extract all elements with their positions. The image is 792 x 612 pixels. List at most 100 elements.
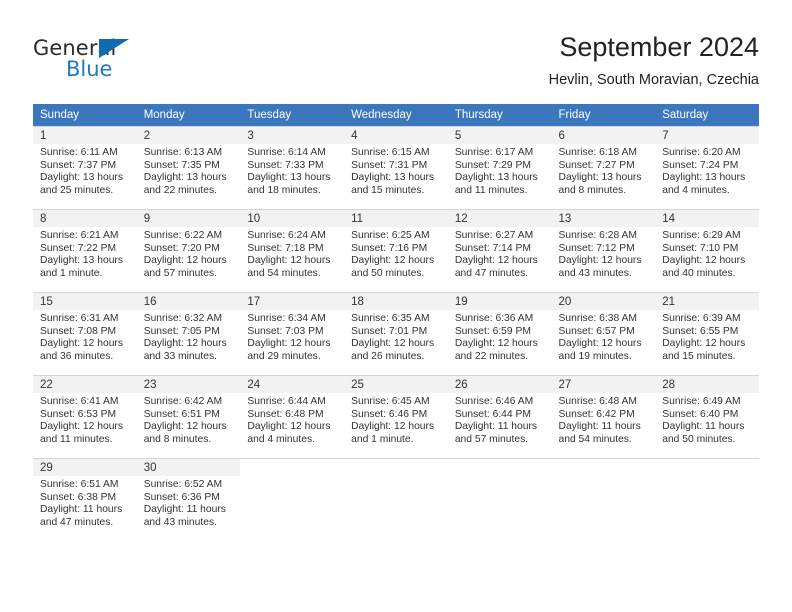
- calendar-day-cell[interactable]: 7 Sunrise: 6:20 AM Sunset: 7:24 PM Daylight…: [655, 126, 759, 209]
- daylight-text-line1: Daylight: 12 hours: [143, 421, 227, 433]
- calendar-day-cell[interactable]: 5 Sunrise: 6:17 AM Sunset: 7:29 PM Daylight…: [447, 126, 552, 209]
- calendar-day-cell[interactable]: 21 Sunrise: 6:39 AM Sunset: 6:55 PM Dayligh…: [655, 292, 759, 375]
- day-number: 25: [344, 376, 448, 393]
- day-number: 6: [551, 127, 656, 144]
- sunrise-text: Sunrise: 6:38 AM: [558, 313, 637, 324]
- day-cell-inner: 15 Sunrise: 6:31 AM Sunset: 7:08 PM Dayligh…: [33, 292, 137, 375]
- calendar-week-row: 22 Sunrise: 6:41 AM Sunset: 6:53 PM Dayligh…: [33, 375, 759, 458]
- calendar-day-cell[interactable]: 4 Sunrise: 6:15 AM Sunset: 7:31 PM Daylight…: [344, 126, 448, 209]
- day-details: Sunrise: 6:46 AM Sunset: 6:44 PM Daylight:…: [448, 393, 552, 446]
- sunset-text: Sunset: 7:24 PM: [662, 159, 739, 171]
- day-number: 23: [136, 376, 241, 393]
- calendar-day-cell[interactable]: 24 Sunrise: 6:44 AM Sunset: 6:48 PM Dayligh…: [240, 375, 345, 458]
- day-number: 7: [655, 127, 759, 144]
- calendar-day-cell[interactable]: [655, 458, 759, 541]
- day-cell-inner: 6 Sunrise: 6:18 AM Sunset: 7:27 PM Daylight…: [551, 126, 656, 209]
- calendar-day-cell[interactable]: 15 Sunrise: 6:31 AM Sunset: 7:08 PM Dayligh…: [33, 292, 137, 375]
- logo-text-blue: Blue: [66, 57, 113, 81]
- calendar-day-cell[interactable]: 3 Sunrise: 6:14 AM Sunset: 7:33 PM Daylight…: [240, 126, 345, 209]
- calendar-day-cell[interactable]: 6 Sunrise: 6:18 AM Sunset: 7:27 PM Daylight…: [551, 126, 656, 209]
- day-number: 15: [33, 293, 137, 310]
- sunrise-text: Sunrise: 6:36 AM: [454, 313, 534, 324]
- calendar-day-cell[interactable]: [344, 458, 448, 541]
- calendar-day-cell[interactable]: 9 Sunrise: 6:22 AM Sunset: 7:20 PM Daylight…: [136, 209, 241, 292]
- calendar-day-cell[interactable]: 14 Sunrise: 6:29 AM Sunset: 7:10 PM Dayligh…: [655, 209, 759, 292]
- calendar-day-cell[interactable]: [551, 458, 656, 541]
- calendar-day-cell[interactable]: 12 Sunrise: 6:27 AM Sunset: 7:14 PM Dayligh…: [447, 209, 552, 292]
- daylight-text-line1: Daylight: 13 hours: [40, 255, 123, 267]
- sunrise-text: Sunrise: 6:42 AM: [143, 396, 223, 407]
- day-cell-inner: 18 Sunrise: 6:35 AM Sunset: 7:01 PM Dayligh…: [344, 292, 448, 375]
- calendar-day-cell[interactable]: 11 Sunrise: 6:25 AM Sunset: 7:16 PM Dayligh…: [344, 209, 448, 292]
- daylight-text-line2: and 8 minutes.: [558, 184, 627, 196]
- calendar-day-cell[interactable]: 28 Sunrise: 6:49 AM Sunset: 6:40 PM Dayligh…: [655, 375, 759, 458]
- daylight-text-line2: and 50 minutes.: [662, 433, 736, 445]
- day-cell-inner: 3 Sunrise: 6:14 AM Sunset: 7:33 PM Daylight…: [240, 126, 345, 209]
- day-cell-inner: 28 Sunrise: 6:49 AM Sunset: 6:40 PM Dayligh…: [655, 375, 759, 458]
- calendar-day-cell[interactable]: 19 Sunrise: 6:36 AM Sunset: 6:59 PM Dayligh…: [447, 292, 552, 375]
- calendar-day-cell[interactable]: 10 Sunrise: 6:24 AM Sunset: 7:18 PM Dayligh…: [240, 209, 345, 292]
- calendar-day-cell[interactable]: 18 Sunrise: 6:35 AM Sunset: 7:01 PM Dayligh…: [344, 292, 448, 375]
- calendar-day-cell[interactable]: 17 Sunrise: 6:34 AM Sunset: 7:03 PM Dayligh…: [240, 292, 345, 375]
- calendar-day-cell[interactable]: 26 Sunrise: 6:46 AM Sunset: 6:44 PM Dayligh…: [447, 375, 552, 458]
- day-cell-inner: 14 Sunrise: 6:29 AM Sunset: 7:10 PM Dayligh…: [655, 209, 759, 292]
- daylight-text-line1: Daylight: 12 hours: [40, 421, 123, 433]
- day-details: Sunrise: 6:35 AM Sunset: 7:01 PM Daylight:…: [344, 310, 448, 363]
- calendar-day-cell[interactable]: 8 Sunrise: 6:21 AM Sunset: 7:22 PM Daylight…: [33, 209, 137, 292]
- day-number: [655, 459, 759, 476]
- calendar-day-cell[interactable]: 20 Sunrise: 6:38 AM Sunset: 6:57 PM Dayligh…: [551, 292, 656, 375]
- calendar-day-cell[interactable]: 1 Sunrise: 6:11 AM Sunset: 7:37 PM Daylight…: [33, 126, 137, 209]
- day-cell-inner: 17 Sunrise: 6:34 AM Sunset: 7:03 PM Dayligh…: [240, 292, 345, 375]
- calendar-week-row: 8 Sunrise: 6:21 AM Sunset: 7:22 PM Daylight…: [33, 209, 759, 292]
- calendar-day-cell[interactable]: 22 Sunrise: 6:41 AM Sunset: 6:53 PM Dayligh…: [33, 375, 137, 458]
- daylight-text-line1: Daylight: 12 hours: [40, 338, 123, 350]
- daylight-text-line1: Daylight: 13 hours: [143, 172, 227, 184]
- day-number: 18: [344, 293, 448, 310]
- calendar-day-cell[interactable]: 29 Sunrise: 6:51 AM Sunset: 6:38 PM Dayligh…: [33, 458, 137, 541]
- daylight-text-line1: Daylight: 12 hours: [351, 421, 435, 433]
- daylight-text-line1: Daylight: 13 hours: [558, 172, 642, 184]
- daylight-text-line2: and 1 minute.: [40, 267, 103, 279]
- general-blue-logo[interactable]: General Blue: [33, 36, 213, 84]
- daylight-text-line1: Daylight: 12 hours: [454, 338, 538, 350]
- sunrise-text: Sunrise: 6:31 AM: [40, 313, 119, 324]
- calendar-day-cell[interactable]: 23 Sunrise: 6:42 AM Sunset: 6:51 PM Dayligh…: [136, 375, 241, 458]
- calendar-day-cell[interactable]: [240, 458, 345, 541]
- daylight-text-line2: and 54 minutes.: [558, 433, 632, 445]
- day-cell-inner: 26 Sunrise: 6:46 AM Sunset: 6:44 PM Dayligh…: [447, 375, 552, 458]
- calendar-day-cell[interactable]: 30 Sunrise: 6:52 AM Sunset: 6:36 PM Dayligh…: [136, 458, 241, 541]
- weekday-header-friday: Friday: [551, 104, 656, 126]
- day-details: Sunrise: 6:34 AM Sunset: 7:03 PM Daylight:…: [240, 310, 344, 363]
- calendar-day-cell[interactable]: 2 Sunrise: 6:13 AM Sunset: 7:35 PM Daylight…: [136, 126, 241, 209]
- calendar-day-cell[interactable]: 27 Sunrise: 6:48 AM Sunset: 6:42 PM Dayligh…: [551, 375, 656, 458]
- day-cell-inner: 16 Sunrise: 6:32 AM Sunset: 7:05 PM Dayligh…: [136, 292, 241, 375]
- daylight-text-line2: and 15 minutes.: [662, 350, 736, 362]
- daylight-text-line1: Daylight: 12 hours: [662, 255, 746, 267]
- sunset-text: Sunset: 6:48 PM: [247, 408, 324, 420]
- day-cell-inner: [551, 458, 656, 541]
- daylight-text-line1: Daylight: 12 hours: [143, 338, 227, 350]
- calendar-day-cell[interactable]: 25 Sunrise: 6:45 AM Sunset: 6:46 PM Dayligh…: [344, 375, 448, 458]
- day-details: Sunrise: 6:22 AM Sunset: 7:20 PM Daylight:…: [137, 227, 241, 280]
- day-cell-inner: 29 Sunrise: 6:51 AM Sunset: 6:38 PM Dayligh…: [33, 458, 137, 541]
- sunrise-text: Sunrise: 6:39 AM: [662, 313, 741, 324]
- sunset-text: Sunset: 7:05 PM: [143, 325, 220, 337]
- daylight-text-line2: and 11 minutes.: [40, 433, 113, 445]
- daylight-text-line1: Daylight: 12 hours: [143, 255, 227, 267]
- day-details: Sunrise: 6:41 AM Sunset: 6:53 PM Daylight:…: [33, 393, 137, 446]
- day-details: Sunrise: 6:45 AM Sunset: 6:46 PM Daylight:…: [344, 393, 448, 446]
- daylight-text-line2: and 50 minutes.: [351, 267, 425, 279]
- day-number: 30: [136, 459, 241, 476]
- calendar-day-cell[interactable]: 13 Sunrise: 6:28 AM Sunset: 7:12 PM Dayligh…: [551, 209, 656, 292]
- page-header: General Blue September 2024 Hevlin, Sout…: [0, 0, 792, 100]
- calendar-day-cell[interactable]: [447, 458, 552, 541]
- day-details: Sunrise: 6:28 AM Sunset: 7:12 PM Daylight:…: [552, 227, 656, 280]
- calendar-day-cell[interactable]: 16 Sunrise: 6:32 AM Sunset: 7:05 PM Dayligh…: [136, 292, 241, 375]
- daylight-text-line1: Daylight: 12 hours: [247, 255, 331, 267]
- day-details: Sunrise: 6:15 AM Sunset: 7:31 PM Daylight:…: [344, 144, 448, 197]
- sunset-text: Sunset: 7:27 PM: [558, 159, 635, 171]
- day-details: Sunrise: 6:52 AM Sunset: 6:36 PM Daylight:…: [137, 476, 241, 529]
- weekday-header-sunday: Sunday: [33, 104, 137, 126]
- day-number: [240, 459, 345, 476]
- daylight-text-line2: and 15 minutes.: [351, 184, 425, 196]
